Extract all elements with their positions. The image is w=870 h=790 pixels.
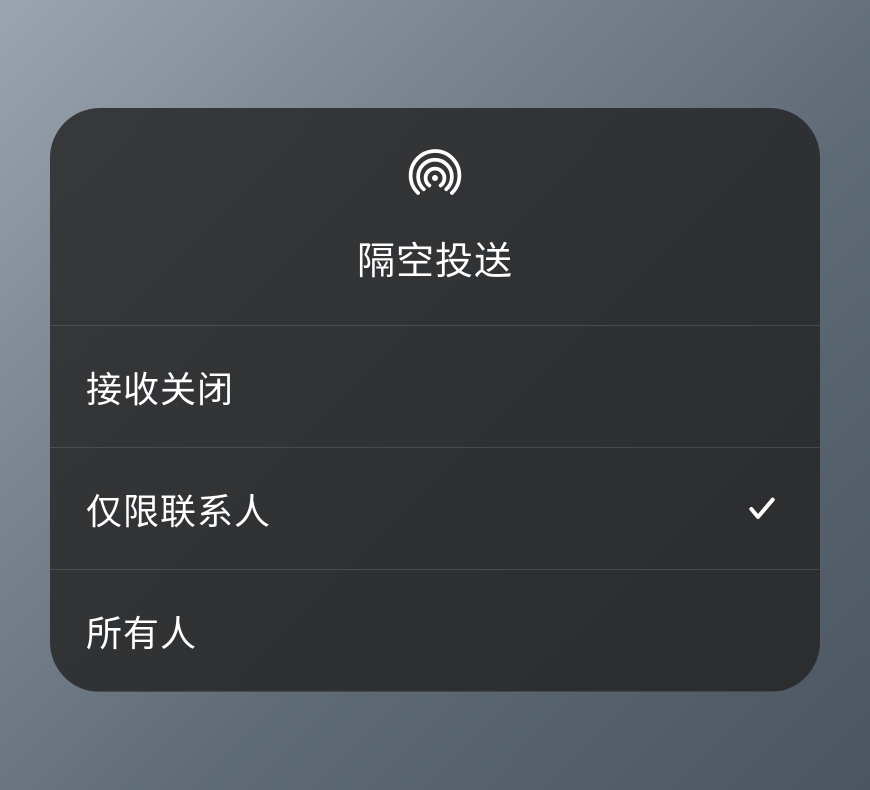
- airdrop-settings-panel: 隔空投送 接收关闭 仅限联系人 所有人: [50, 108, 820, 692]
- option-label: 所有人: [86, 605, 197, 657]
- airdrop-icon: [405, 148, 465, 208]
- option-label: 仅限联系人: [86, 483, 271, 535]
- option-label: 接收关闭: [86, 361, 234, 413]
- option-contacts-only[interactable]: 仅限联系人: [50, 448, 820, 570]
- option-everyone[interactable]: 所有人: [50, 570, 820, 692]
- panel-title: 隔空投送: [357, 230, 513, 285]
- panel-header: 隔空投送: [50, 108, 820, 326]
- option-receiving-off[interactable]: 接收关闭: [50, 326, 820, 448]
- checkmark-icon: [744, 491, 780, 527]
